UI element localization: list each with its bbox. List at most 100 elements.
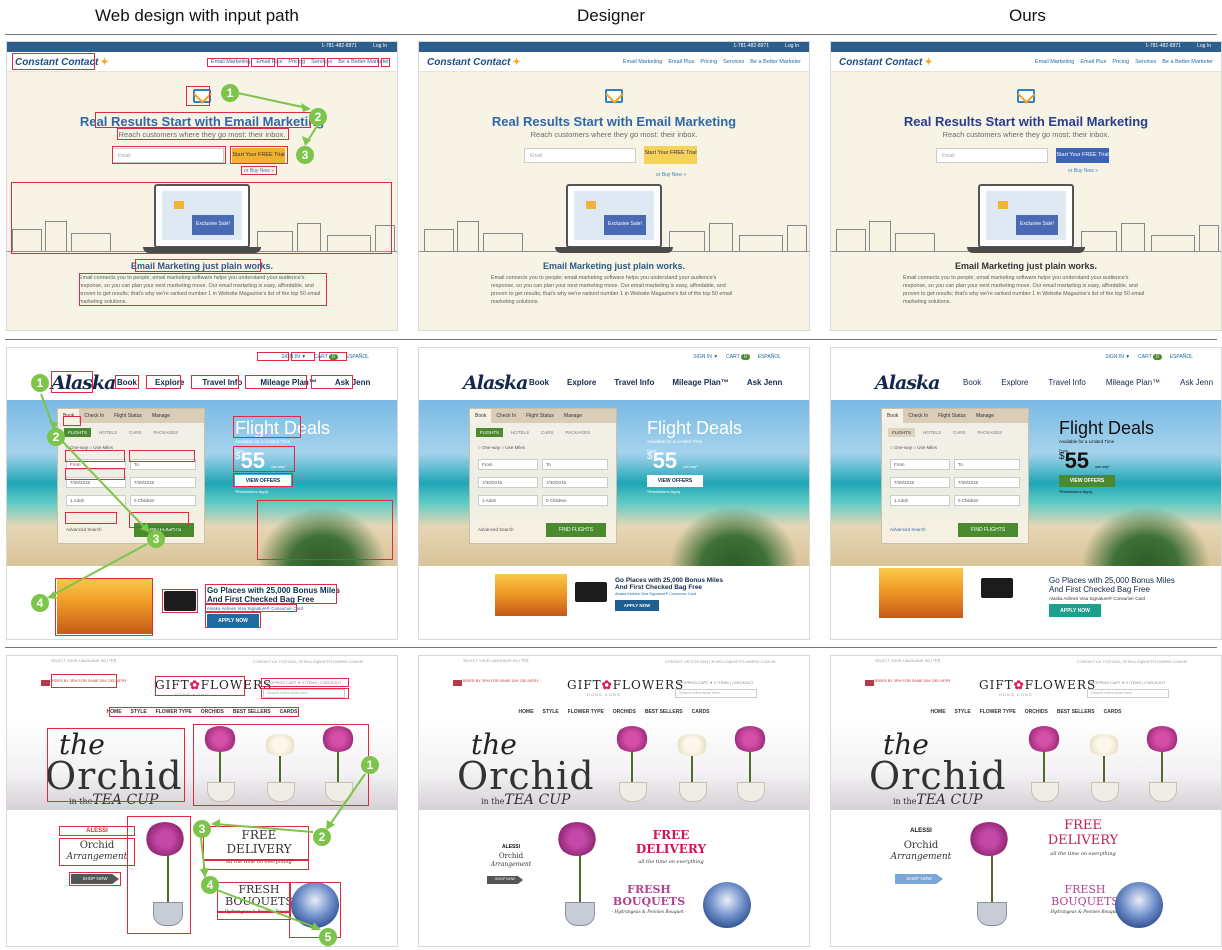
subtab-packages[interactable]: PACKAGES xyxy=(562,428,594,437)
nav-explore[interactable]: Explore xyxy=(567,378,596,387)
return-date-field[interactable]: 7/30/2015 xyxy=(130,477,196,488)
tab-manage[interactable]: Manage xyxy=(559,409,587,423)
subtab-packages[interactable]: PACKAGES xyxy=(150,428,182,437)
email-input[interactable]: Email xyxy=(936,148,1048,163)
nav-ask-jenn[interactable]: Ask Jenn xyxy=(1180,378,1213,387)
menu-better-marketer[interactable]: Be a Better Marketer xyxy=(750,59,801,65)
language-select[interactable]: SELECT YOUR LANGUAGE EN | 中文 xyxy=(51,659,117,664)
cc-phone[interactable]: 1-781-482-8971 xyxy=(733,43,769,49)
language-select[interactable]: SELECT YOUR LANGUAGE EN | 中文 xyxy=(463,659,529,664)
subtab-flights[interactable]: FLIGHTS xyxy=(476,428,504,437)
nav-cards[interactable]: CARDS xyxy=(692,709,710,715)
find-flights-button[interactable]: FIND FLIGHTS xyxy=(958,523,1018,537)
buy-now-link[interactable]: or Buy Now » xyxy=(645,172,697,178)
subtab-cars[interactable]: CARS xyxy=(949,428,970,437)
alaska-logo[interactable]: Alaska xyxy=(875,372,940,394)
from-field[interactable]: From xyxy=(890,459,950,470)
nav-orchids[interactable]: ORCHIDS xyxy=(1025,709,1048,715)
cc-login[interactable]: Log In xyxy=(373,43,387,49)
search-input[interactable]: Search entire store here xyxy=(675,689,757,698)
nav-book[interactable]: Book xyxy=(529,378,549,387)
tab-flight-status[interactable]: Flight Status xyxy=(109,409,147,423)
subtab-cars[interactable]: CARS xyxy=(537,428,558,437)
tab-check-in[interactable]: Check In xyxy=(79,409,109,423)
shop-now-button[interactable]: SHOP NOW xyxy=(895,874,943,884)
apply-now-button[interactable]: APPLY NOW xyxy=(615,600,659,611)
nav-orchids[interactable]: ORCHIDS xyxy=(613,709,636,715)
tab-check-in[interactable]: Check In xyxy=(903,409,933,423)
cart-link[interactable]: CART 0 xyxy=(1138,354,1162,360)
cc-phone[interactable]: 1-781-482-8971 xyxy=(1145,43,1181,49)
shopping-cart-link[interactable]: SHOPPING CART ▼ 0 ITEMS | CHECKOUT xyxy=(677,681,753,685)
nav-home[interactable]: HOME xyxy=(931,709,946,715)
menu-services[interactable]: Services xyxy=(1135,59,1156,65)
tab-flight-status[interactable]: Flight Status xyxy=(933,409,971,423)
subtab-cars[interactable]: CARS xyxy=(125,428,146,437)
menu-pricing[interactable]: Pricing xyxy=(700,59,717,65)
advanced-search-link[interactable]: Advanced Search xyxy=(66,527,102,532)
nav-ask-jenn[interactable]: Ask Jenn xyxy=(747,378,783,387)
sign-in-link[interactable]: SIGN IN ▼ xyxy=(693,354,718,360)
depart-date-field[interactable]: 7/30/2015 xyxy=(478,477,538,488)
cc-logo[interactable]: Constant Contact ✦ xyxy=(427,57,521,68)
tab-book[interactable]: Book xyxy=(882,409,904,423)
buy-now-link[interactable]: or Buy Now » xyxy=(1057,168,1109,174)
tab-book[interactable]: Book xyxy=(470,409,492,423)
nav-travel-info[interactable]: Travel Info xyxy=(1048,378,1086,387)
search-input[interactable]: Search entire store here xyxy=(1087,689,1169,698)
to-field[interactable]: To xyxy=(542,459,608,470)
espanol-link[interactable]: ESPAÑOL xyxy=(346,354,369,360)
start-trial-button[interactable]: Start Your FREE Trial xyxy=(1056,148,1109,163)
apply-now-button[interactable]: APPLY NOW xyxy=(1049,604,1101,617)
cc-logo[interactable]: Constant Contact ✦ xyxy=(839,57,933,68)
trip-options[interactable]: ○ One-way ○ Use Miles xyxy=(890,445,937,450)
cart-link[interactable]: CART 0 xyxy=(726,354,750,360)
view-offers-button[interactable]: VIEW OFFERS xyxy=(1059,475,1115,487)
nav-mileage-plan[interactable]: Mileage Plan™ xyxy=(1106,378,1160,387)
shop-now-button[interactable]: SHOP NOW xyxy=(487,876,523,884)
children-select[interactable]: 0 Children xyxy=(542,495,608,506)
subtab-flights[interactable]: FLIGHTS xyxy=(64,428,92,437)
sign-in-link[interactable]: SIGN IN ▼ xyxy=(1105,354,1130,360)
children-select[interactable]: 0 Children xyxy=(130,495,196,506)
start-trial-button[interactable]: Start Your FREE Trial xyxy=(644,146,697,164)
nav-flower-type[interactable]: FLOWER TYPE xyxy=(980,709,1016,715)
nav-style[interactable]: STYLE xyxy=(955,709,971,715)
nav-home[interactable]: HOME xyxy=(519,709,534,715)
view-offers-button[interactable]: VIEW OFFERS xyxy=(647,475,703,487)
espanol-link[interactable]: ESPAÑOL xyxy=(1170,354,1193,360)
children-select[interactable]: 0 Children xyxy=(954,495,1020,506)
depart-date-field[interactable]: 7/30/2015 xyxy=(890,477,950,488)
gift-flowers-logo[interactable]: GIFT✿FLOWERS xyxy=(567,678,684,692)
menu-email-marketing[interactable]: Email Marketing xyxy=(1035,59,1074,65)
nav-explore[interactable]: Explore xyxy=(1001,378,1028,387)
tab-manage[interactable]: Manage xyxy=(971,409,999,423)
return-date-field[interactable]: 7/30/2015 xyxy=(954,477,1020,488)
find-flights-button[interactable]: FIND FLIGHTS xyxy=(546,523,606,537)
return-date-field[interactable]: 7/30/2015 xyxy=(542,477,608,488)
subtab-hotels[interactable]: HOTELS xyxy=(95,428,121,437)
from-field[interactable]: From xyxy=(478,459,538,470)
adults-select[interactable]: 1 Adult xyxy=(66,495,126,506)
advanced-search-link[interactable]: Advanced Search xyxy=(478,527,514,532)
alaska-logo[interactable]: Alaska xyxy=(463,372,528,394)
cc-phone[interactable]: 1-781-482-8971 xyxy=(321,43,357,49)
gift-flowers-logo[interactable]: GIFT✿FLOWERS xyxy=(979,678,1096,692)
espanol-link[interactable]: ESPAÑOL xyxy=(758,354,781,360)
menu-email-plus[interactable]: Email Plus xyxy=(668,59,694,65)
subtab-hotels[interactable]: HOTELS xyxy=(919,428,945,437)
menu-email-marketing[interactable]: Email Marketing xyxy=(623,59,662,65)
nav-best-sellers[interactable]: BEST SELLERS xyxy=(1057,709,1095,715)
menu-email-plus[interactable]: Email Plus xyxy=(1080,59,1106,65)
tab-flight-status[interactable]: Flight Status xyxy=(521,409,559,423)
advanced-search-link[interactable]: Advanced Search xyxy=(890,527,926,532)
to-field[interactable]: To xyxy=(954,459,1020,470)
nav-cards[interactable]: CARDS xyxy=(1104,709,1122,715)
nav-book[interactable]: Book xyxy=(963,378,981,387)
cc-login[interactable]: Log In xyxy=(785,43,799,49)
nav-travel-info[interactable]: Travel Info xyxy=(614,378,654,387)
menu-pricing[interactable]: Pricing xyxy=(1112,59,1129,65)
tab-manage[interactable]: Manage xyxy=(147,409,175,423)
tab-check-in[interactable]: Check In xyxy=(491,409,521,423)
nav-mileage-plan[interactable]: Mileage Plan™ xyxy=(672,378,728,387)
